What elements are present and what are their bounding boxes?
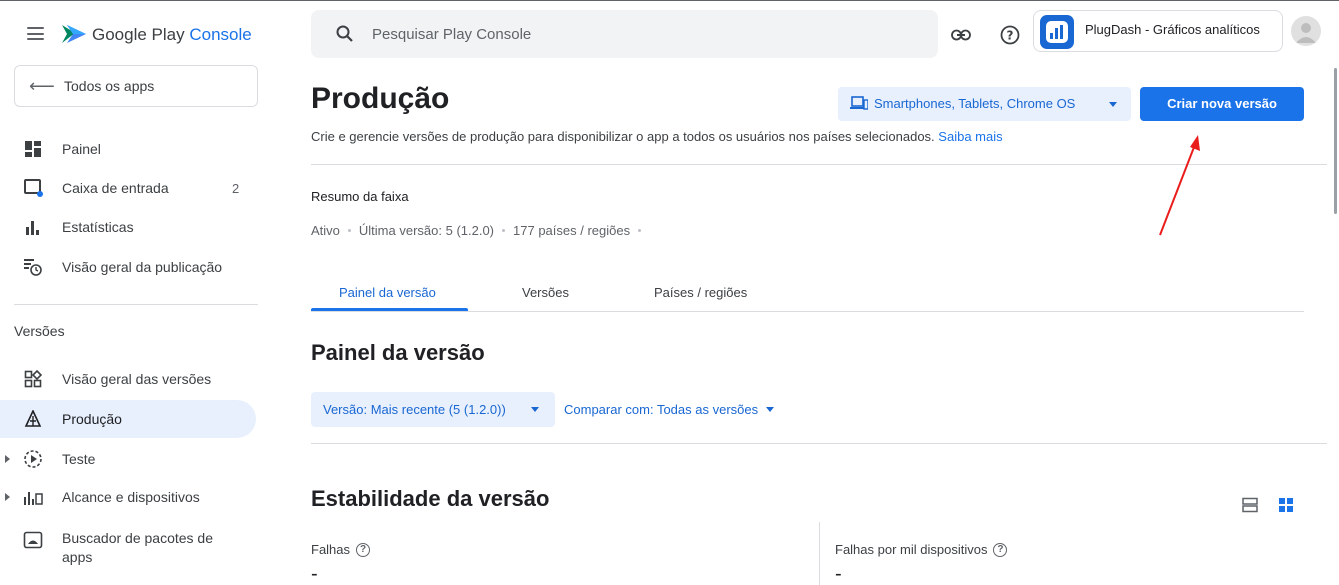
track-countries: 177 países / regiões [513,223,631,238]
chevron-down-icon [766,407,775,412]
chevron-down-icon [531,407,539,412]
search-input[interactable]: Pesquisar Play Console [311,10,938,58]
all-apps-button[interactable]: ⟵ Todos os apps [14,65,258,107]
chevron-down-icon [1109,102,1117,107]
sidebar-item-inbox[interactable]: Caixa de entrada 2 [0,169,256,207]
metric-crashes-per-thousand-value: - [835,563,842,585]
sidebar-item-bundle-explorer[interactable]: Buscador de pacotes de apps [0,524,256,576]
arrow-back-icon: ⟵ [29,76,55,96]
help-icon[interactable]: ? [999,24,1021,46]
search-icon [336,25,353,42]
scrollbar[interactable] [1334,68,1337,214]
svg-text:?: ? [1007,29,1014,43]
dashboard-icon [23,139,43,159]
testing-icon [23,449,43,469]
annotation-arrow [1159,135,1200,236]
expand-caret-icon[interactable] [5,493,10,501]
avatar[interactable] [1291,16,1321,46]
sidebar-item-statistics[interactable]: Estatísticas [0,208,256,246]
help-icon[interactable]: ? [356,542,371,557]
grid-view-icon[interactable] [1278,497,1294,513]
device-selector-button[interactable]: Smartphones, Tablets, Chrome OS [838,87,1131,121]
track-summary: Ativo Última versão: 5 (1.2.0) 177 paíse… [311,223,649,238]
metric-crashes-label: Falhas? [311,542,371,557]
track-status: Ativo [311,223,340,238]
link-icon[interactable] [950,24,972,46]
release-stability-title: Estabilidade da versão [311,486,550,511]
play-console-logo-icon [62,25,86,43]
sidebar-divider [14,304,258,305]
expand-caret-icon[interactable] [5,455,10,463]
sidebar-item-testing[interactable]: Teste [0,440,256,478]
releases-overview-icon [23,369,43,389]
learn-more-link[interactable]: Saiba mais [938,129,1002,144]
metric-crashes-value: - [311,563,318,585]
tab-release-dashboard[interactable]: Painel da versão [339,285,436,300]
track-summary-title: Resumo da faixa [311,189,409,204]
create-release-button[interactable]: Criar nova versão [1140,87,1304,121]
metric-crashes-per-thousand-label: Falhas por mil dispositivos? [835,542,1008,557]
devices-icon [850,96,869,115]
bundle-explorer-icon [23,530,43,550]
brand-name[interactable]: Google Play Console [92,25,252,45]
list-view-icon[interactable] [1242,497,1258,513]
metrics-divider [819,522,820,585]
sidebar-section-releases: Versões [14,323,65,339]
sidebar-item-publishing-overview[interactable]: Visão geral da publicação [0,248,256,286]
menu-icon[interactable] [27,27,44,40]
app-logo-icon [1040,15,1074,49]
compare-filter-dropdown[interactable]: Comparar com: Todas as versões [564,402,775,417]
sidebar-item-dashboard[interactable]: Painel [0,130,256,168]
tab-countries-regions[interactable]: Países / regiões [654,285,747,300]
bar-chart-icon [23,217,43,237]
version-filter-dropdown[interactable]: Versão: Mais recente (5 (1.2.0)) [311,392,555,427]
page-subtitle: Crie e gerencie versões de produção para… [311,129,1003,144]
inbox-count-badge: 2 [232,180,240,196]
header-divider [311,164,1327,165]
production-icon [23,409,43,429]
filters-divider [311,443,1327,444]
release-dashboard-title: Painel da versão [311,340,485,365]
sidebar: Google Play Console ⟵ Todos os apps Pain… [0,0,270,585]
sidebar-item-reach-devices[interactable]: Alcance e dispositivos [0,478,256,516]
app-selector[interactable]: PlugDash - Gráficos analíticos [1033,10,1283,52]
sidebar-item-production[interactable]: Produção [0,400,256,438]
reach-devices-icon [23,487,43,507]
sidebar-item-releases-overview[interactable]: Visão geral das versões [0,360,256,398]
publishing-overview-icon [23,257,43,277]
page-title: Produção [311,82,450,115]
tab-releases[interactable]: Versões [522,285,569,300]
help-icon[interactable]: ? [993,542,1008,557]
tabs-divider [311,311,1304,312]
track-latest-version: Última versão: 5 (1.2.0) [358,223,495,238]
inbox-icon [23,178,43,198]
